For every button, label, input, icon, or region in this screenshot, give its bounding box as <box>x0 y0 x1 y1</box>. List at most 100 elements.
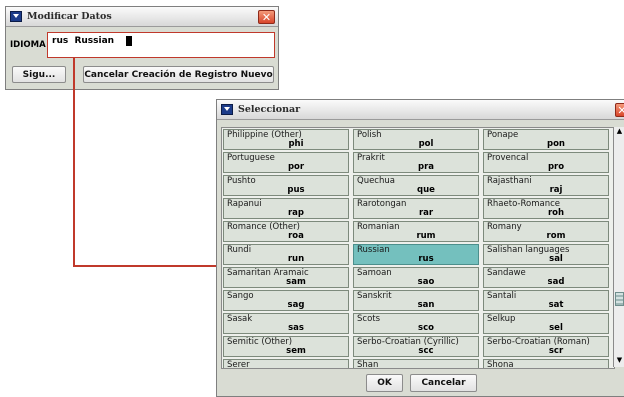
language-code: sem <box>286 346 306 356</box>
language-code: roh <box>547 208 565 218</box>
language-cell[interactable]: Scots sco <box>353 313 479 334</box>
language-cell[interactable]: Pushto pus <box>223 175 349 196</box>
language-code: phi <box>288 139 304 149</box>
language-code: sel <box>549 323 563 333</box>
language-code: sad <box>547 277 565 287</box>
language-cell[interactable]: Sango sag <box>223 290 349 311</box>
language-cell[interactable]: Rarotongan rar <box>353 198 479 219</box>
language-cell[interactable]: Sandawe sad <box>483 267 609 288</box>
idioma-field-value: rus Russian <box>52 36 115 46</box>
language-name: Shan <box>357 360 379 369</box>
select-dialog-titlebar[interactable]: Seleccionar <box>217 100 624 120</box>
language-cell[interactable]: Philippine (Other) phi <box>223 129 349 150</box>
language-cell[interactable]: Santali sat <box>483 290 609 311</box>
cancel-button-label: Cancelar <box>421 378 466 388</box>
language-cell[interactable]: Rajasthani raj <box>483 175 609 196</box>
language-cell[interactable]: Serbo-Croatian (Cyrillic) scc <box>353 336 479 357</box>
select-dialog-title: Seleccionar <box>238 104 301 115</box>
language-code: sco <box>418 323 434 333</box>
language-grid: Philippine (Other) phi Polish pol Ponape pon P… <box>221 127 615 369</box>
connector-line-vertical <box>73 57 75 267</box>
idioma-field[interactable]: rus Russian <box>47 32 275 58</box>
scrollbar[interactable]: ▲ ▼ <box>613 127 624 367</box>
scroll-thumb[interactable] <box>615 292 624 306</box>
language-name: Portuguese <box>227 153 275 163</box>
language-cell[interactable]: Shan <box>353 359 479 369</box>
language-code: pon <box>547 139 565 149</box>
language-name: Salishan languages <box>487 245 570 255</box>
language-code: pro <box>547 162 565 172</box>
language-code: sal <box>549 254 563 264</box>
language-code: rom <box>546 231 566 241</box>
language-cell[interactable]: Romance (Other) roa <box>223 221 349 242</box>
language-name: Philippine (Other) <box>227 130 302 140</box>
language-cell[interactable]: Samoan sao <box>353 267 479 288</box>
language-name: Scots <box>357 314 381 324</box>
cancel-new-record-label: Cancelar Creación de Registro Nuevo <box>84 69 273 80</box>
next-button-label: Sigu... <box>22 69 56 80</box>
language-cell[interactable]: Quechua que <box>353 175 479 196</box>
language-code: pol <box>418 139 434 149</box>
language-name: Pushto <box>227 176 256 186</box>
app-icon <box>221 104 233 115</box>
language-cell[interactable]: Romanian rum <box>353 221 479 242</box>
language-code: sam <box>286 277 306 287</box>
language-name: Provencal <box>487 153 529 163</box>
language-cell[interactable]: Portuguese por <box>223 152 349 173</box>
ok-button-label: OK <box>377 378 392 388</box>
language-cell[interactable]: Shona <box>483 359 609 369</box>
language-name: Prakrit <box>357 153 385 163</box>
language-cell[interactable]: Serer <box>223 359 349 369</box>
modify-dialog-titlebar[interactable]: Modificar Datos <box>6 7 278 27</box>
language-cell[interactable]: Semitic (Other) sem <box>223 336 349 357</box>
language-name: Sandawe <box>487 268 526 278</box>
language-name: Santali <box>487 291 517 301</box>
close-button[interactable]: ✕ <box>615 103 624 117</box>
scroll-up-arrow[interactable]: ▲ <box>614 127 624 138</box>
language-code: run <box>287 254 305 264</box>
language-code: san <box>417 300 435 310</box>
language-name: Ponape <box>487 130 519 140</box>
language-code: sao <box>417 277 435 287</box>
language-cell[interactable]: Romany rom <box>483 221 609 242</box>
language-name: Serer <box>227 360 250 369</box>
close-button[interactable]: ✕ <box>258 10 275 24</box>
language-name: Rajasthani <box>487 176 532 186</box>
language-cell[interactable]: Provencal pro <box>483 152 609 173</box>
language-cell[interactable]: Salishan languages sal <box>483 244 609 265</box>
language-code: roa <box>288 231 304 241</box>
language-cell[interactable]: Selkup sel <box>483 313 609 334</box>
language-cell[interactable]: Polish pol <box>353 129 479 150</box>
language-code: pra <box>417 162 434 172</box>
scroll-down-arrow[interactable]: ▼ <box>614 356 624 367</box>
select-dialog: Seleccionar ✕ Philippine (Other) phi Polis… <box>216 99 624 397</box>
language-cell[interactable]: Prakrit pra <box>353 152 479 173</box>
language-cell[interactable]: Rapanui rap <box>223 198 349 219</box>
close-icon: ✕ <box>261 10 272 24</box>
language-code: scr <box>548 346 564 356</box>
language-cell[interactable]: Sanskrit san <box>353 290 479 311</box>
ok-button[interactable]: OK <box>366 374 403 392</box>
idioma-label: IDIOMA <box>10 40 46 50</box>
language-code: scc <box>418 346 434 356</box>
close-icon: ✕ <box>617 103 624 117</box>
language-name: Sanskrit <box>357 291 392 301</box>
language-code: rar <box>418 208 434 218</box>
language-name: Shona <box>487 360 514 369</box>
cancel-new-record-button[interactable]: Cancelar Creación de Registro Nuevo <box>83 66 274 83</box>
language-cell[interactable]: Sasak sas <box>223 313 349 334</box>
cancel-button[interactable]: Cancelar <box>410 374 477 392</box>
language-cell[interactable]: Serbo-Croatian (Roman) scr <box>483 336 609 357</box>
language-cell[interactable]: Russian rus <box>353 244 479 265</box>
app-icon <box>10 11 22 22</box>
language-name: Sango <box>227 291 254 301</box>
language-cell[interactable]: Rundi run <box>223 244 349 265</box>
language-cell[interactable]: Ponape pon <box>483 129 609 150</box>
language-code: rum <box>416 231 436 241</box>
language-name: Rundi <box>227 245 252 255</box>
language-cell[interactable]: Samaritan Aramaic sam <box>223 267 349 288</box>
language-code: sag <box>287 300 305 310</box>
language-cell[interactable]: Rhaeto-Romance roh <box>483 198 609 219</box>
next-button[interactable]: Sigu... <box>12 66 66 83</box>
language-name: Serbo-Croatian (Cyrillic) <box>357 337 459 347</box>
